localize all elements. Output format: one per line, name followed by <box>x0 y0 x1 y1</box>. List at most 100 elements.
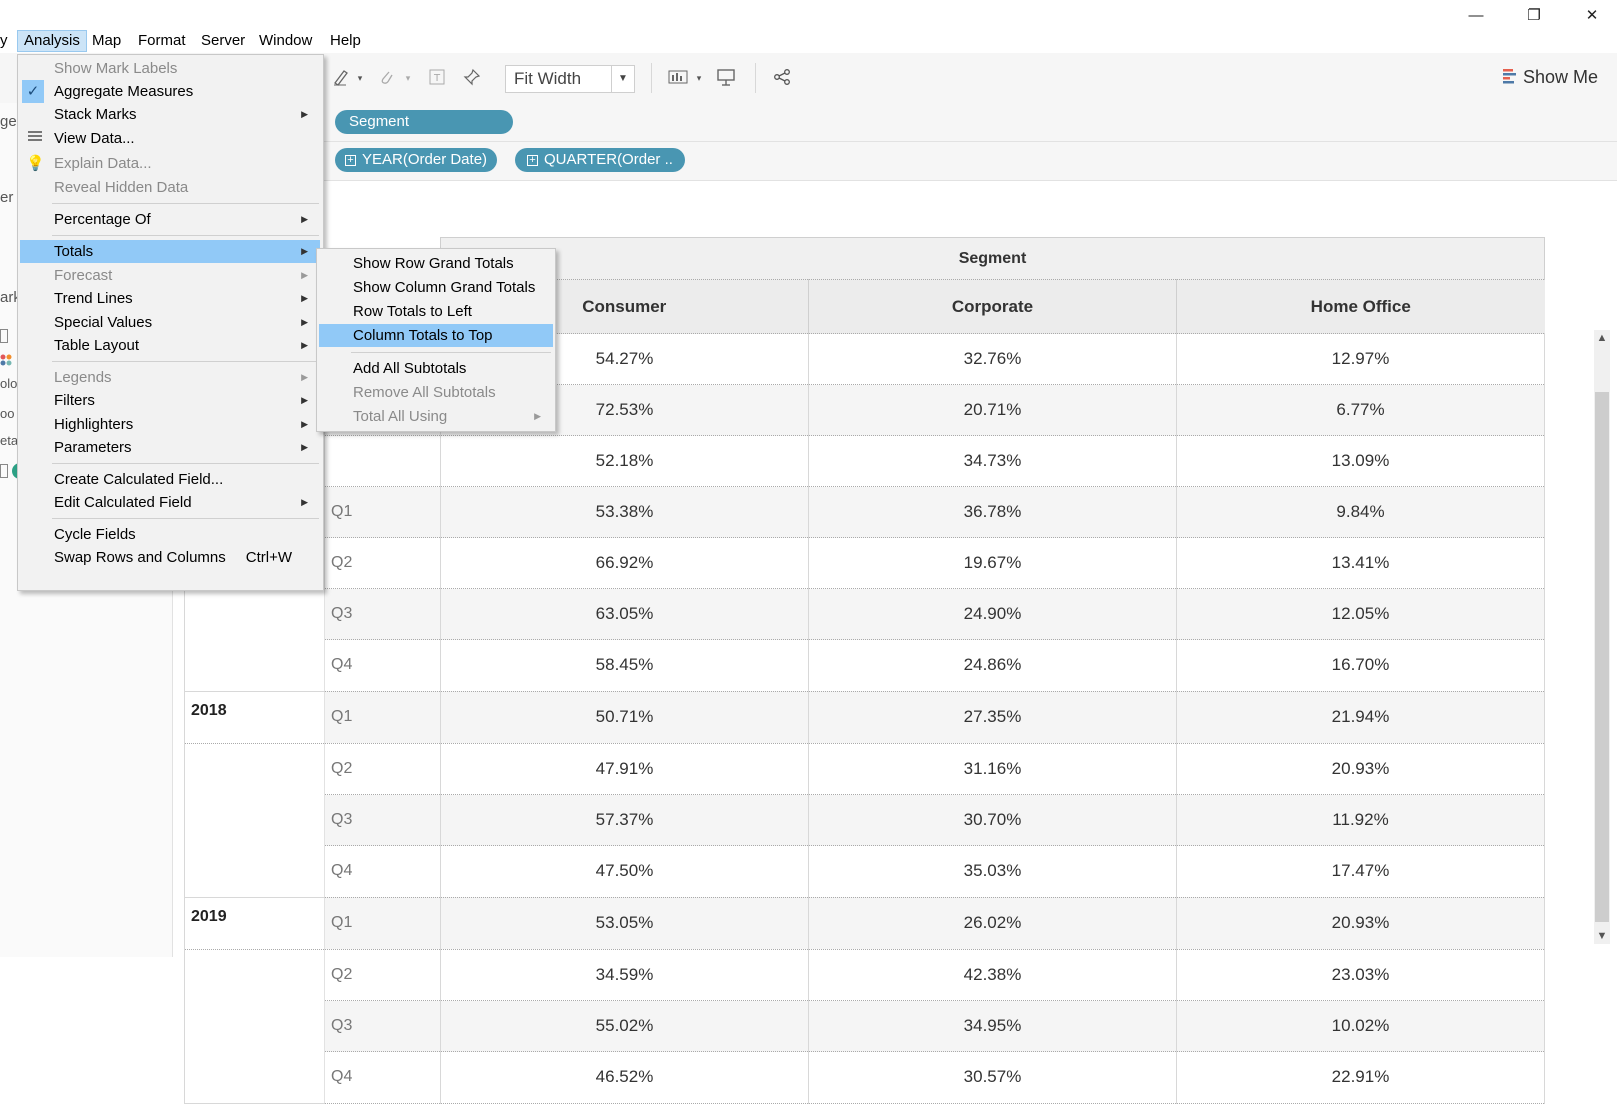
value-cell[interactable]: 30.70% <box>808 794 1177 846</box>
scroll-down-icon[interactable]: ▼ <box>1594 928 1610 944</box>
year-cell[interactable] <box>184 743 325 795</box>
value-cell[interactable]: 46.52% <box>440 1051 809 1104</box>
menu-story[interactable]: y <box>0 31 14 51</box>
menu-map[interactable]: Map <box>86 31 127 51</box>
close-icon[interactable]: ✕ <box>1570 0 1614 30</box>
value-cell[interactable]: 47.91% <box>440 743 809 795</box>
color-icon[interactable] <box>0 353 14 371</box>
share-icon[interactable] <box>772 68 792 88</box>
minimize-icon[interactable]: — <box>1454 0 1498 30</box>
menu-legends[interactable]: Legends ▶ <box>20 366 320 389</box>
vertical-scrollbar[interactable]: ▲ ▼ <box>1594 330 1610 944</box>
year-cell[interactable] <box>184 588 325 640</box>
year-cell[interactable]: 2019 <box>184 897 325 950</box>
value-cell[interactable]: 20.93% <box>1176 743 1545 795</box>
menu-format[interactable]: Format <box>132 31 192 51</box>
attach-icon[interactable] <box>376 68 396 88</box>
chevron-down-icon[interactable]: ▾ <box>398 68 418 88</box>
value-cell[interactable]: 31.16% <box>808 743 1177 795</box>
menu-add-all-subtotals[interactable]: Add All Subtotals <box>319 357 553 380</box>
quarter-cell[interactable]: Q3 <box>324 588 441 640</box>
scrollbar-thumb[interactable] <box>1595 392 1609 922</box>
year-cell[interactable] <box>184 794 325 846</box>
value-cell[interactable]: 35.03% <box>808 845 1177 898</box>
value-cell[interactable]: 34.73% <box>808 435 1177 487</box>
year-cell[interactable]: 2018 <box>184 691 325 744</box>
chevron-down-icon[interactable]: ▼ <box>611 66 634 92</box>
menu-server[interactable]: Server <box>195 31 251 51</box>
value-cell[interactable]: 63.05% <box>440 588 809 640</box>
value-cell[interactable]: 27.35% <box>808 691 1177 744</box>
show-me-button[interactable]: Show Me <box>1503 67 1598 89</box>
value-cell[interactable]: 30.57% <box>808 1051 1177 1104</box>
value-cell[interactable]: 13.41% <box>1176 537 1545 589</box>
value-cell[interactable]: 58.45% <box>440 639 809 692</box>
menu-explain-data[interactable]: 💡 Explain Data... <box>20 152 320 175</box>
year-cell[interactable] <box>184 1000 325 1052</box>
menu-aggregate-measures[interactable]: ✓ Aggregate Measures <box>20 80 320 103</box>
year-cell[interactable] <box>184 845 325 898</box>
quarter-cell[interactable]: Q1 <box>324 897 441 950</box>
quarter-cell[interactable]: Q4 <box>324 1051 441 1104</box>
value-cell[interactable]: 22.91% <box>1176 1051 1545 1104</box>
menu-parameters[interactable]: Parameters ▶ <box>20 436 320 459</box>
expand-icon[interactable]: + <box>345 155 356 166</box>
value-cell[interactable]: 6.77% <box>1176 384 1545 436</box>
menu-stack-marks[interactable]: Stack Marks ▶ <box>20 103 320 126</box>
quarter-cell[interactable]: Q3 <box>324 794 441 846</box>
menu-edit-calculated-field[interactable]: Edit Calculated Field ▶ <box>20 491 320 514</box>
menu-show-row-grand-totals[interactable]: Show Row Grand Totals <box>319 252 553 275</box>
value-cell[interactable]: 53.05% <box>440 897 809 950</box>
quarter-cell[interactable]: Q4 <box>324 639 441 692</box>
value-cell[interactable]: 17.47% <box>1176 845 1545 898</box>
menu-create-calculated-field[interactable]: Create Calculated Field... <box>20 468 320 491</box>
quarter-cell[interactable]: Q2 <box>324 743 441 795</box>
menu-special-values[interactable]: Special Values ▶ <box>20 311 320 334</box>
presentation-icon[interactable] <box>716 68 736 88</box>
menu-view-data[interactable]: View Data... <box>20 127 320 150</box>
value-cell[interactable]: 20.93% <box>1176 897 1545 950</box>
menu-swap-rows-columns[interactable]: Swap Rows and Columns Ctrl+W <box>20 546 320 569</box>
value-cell[interactable]: 34.95% <box>808 1000 1177 1052</box>
column-header-corporate[interactable]: Corporate <box>808 279 1177 334</box>
menu-analysis[interactable]: Analysis <box>17 30 87 52</box>
value-cell[interactable]: 57.37% <box>440 794 809 846</box>
scroll-up-icon[interactable]: ▲ <box>1594 330 1610 346</box>
value-cell[interactable]: 21.94% <box>1176 691 1545 744</box>
menu-totals[interactable]: Totals ▶ <box>20 240 320 263</box>
value-cell[interactable]: 12.05% <box>1176 588 1545 640</box>
segment-header[interactable]: Segment <box>440 237 1545 280</box>
show-cards-icon[interactable] <box>668 68 688 88</box>
value-cell[interactable]: 9.84% <box>1176 486 1545 538</box>
quarter-cell[interactable]: Q1 <box>324 691 441 744</box>
menu-column-totals-to-top[interactable]: Column Totals to Top <box>319 324 553 347</box>
value-cell[interactable]: 26.02% <box>808 897 1177 950</box>
value-cell[interactable]: 55.02% <box>440 1000 809 1052</box>
quarter-cell[interactable] <box>324 435 441 487</box>
value-cell[interactable]: 24.90% <box>808 588 1177 640</box>
menu-percentage-of[interactable]: Percentage Of ▶ <box>20 208 320 231</box>
quarter-cell[interactable]: Q2 <box>324 537 441 589</box>
quarter-cell[interactable]: Q4 <box>324 845 441 898</box>
value-cell[interactable]: 16.70% <box>1176 639 1545 692</box>
year-cell[interactable] <box>184 1051 325 1104</box>
menu-window[interactable]: Window <box>253 31 318 51</box>
menu-reveal-hidden-data[interactable]: Reveal Hidden Data <box>20 176 320 199</box>
value-cell[interactable]: 24.86% <box>808 639 1177 692</box>
value-cell[interactable]: 32.76% <box>808 333 1177 385</box>
value-cell[interactable]: 36.78% <box>808 486 1177 538</box>
highlight-pen-icon[interactable] <box>331 68 351 88</box>
value-cell[interactable]: 11.92% <box>1176 794 1545 846</box>
fit-width-select[interactable]: Fit Width ▼ <box>505 65 635 93</box>
column-header-home-office[interactable]: Home Office <box>1176 279 1545 334</box>
pin-icon[interactable] <box>462 68 482 88</box>
menu-filters[interactable]: Filters ▶ <box>20 389 320 412</box>
menu-total-all-using[interactable]: Total All Using ▶ <box>319 405 553 428</box>
menu-help[interactable]: Help <box>324 31 367 51</box>
value-cell[interactable]: 66.92% <box>440 537 809 589</box>
segment-pill[interactable]: Segment <box>335 110 513 134</box>
quarter-cell[interactable]: Q3 <box>324 1000 441 1052</box>
value-cell[interactable]: 13.09% <box>1176 435 1545 487</box>
text-label-icon[interactable]: T <box>427 68 447 88</box>
menu-highlighters[interactable]: Highlighters ▶ <box>20 413 320 436</box>
